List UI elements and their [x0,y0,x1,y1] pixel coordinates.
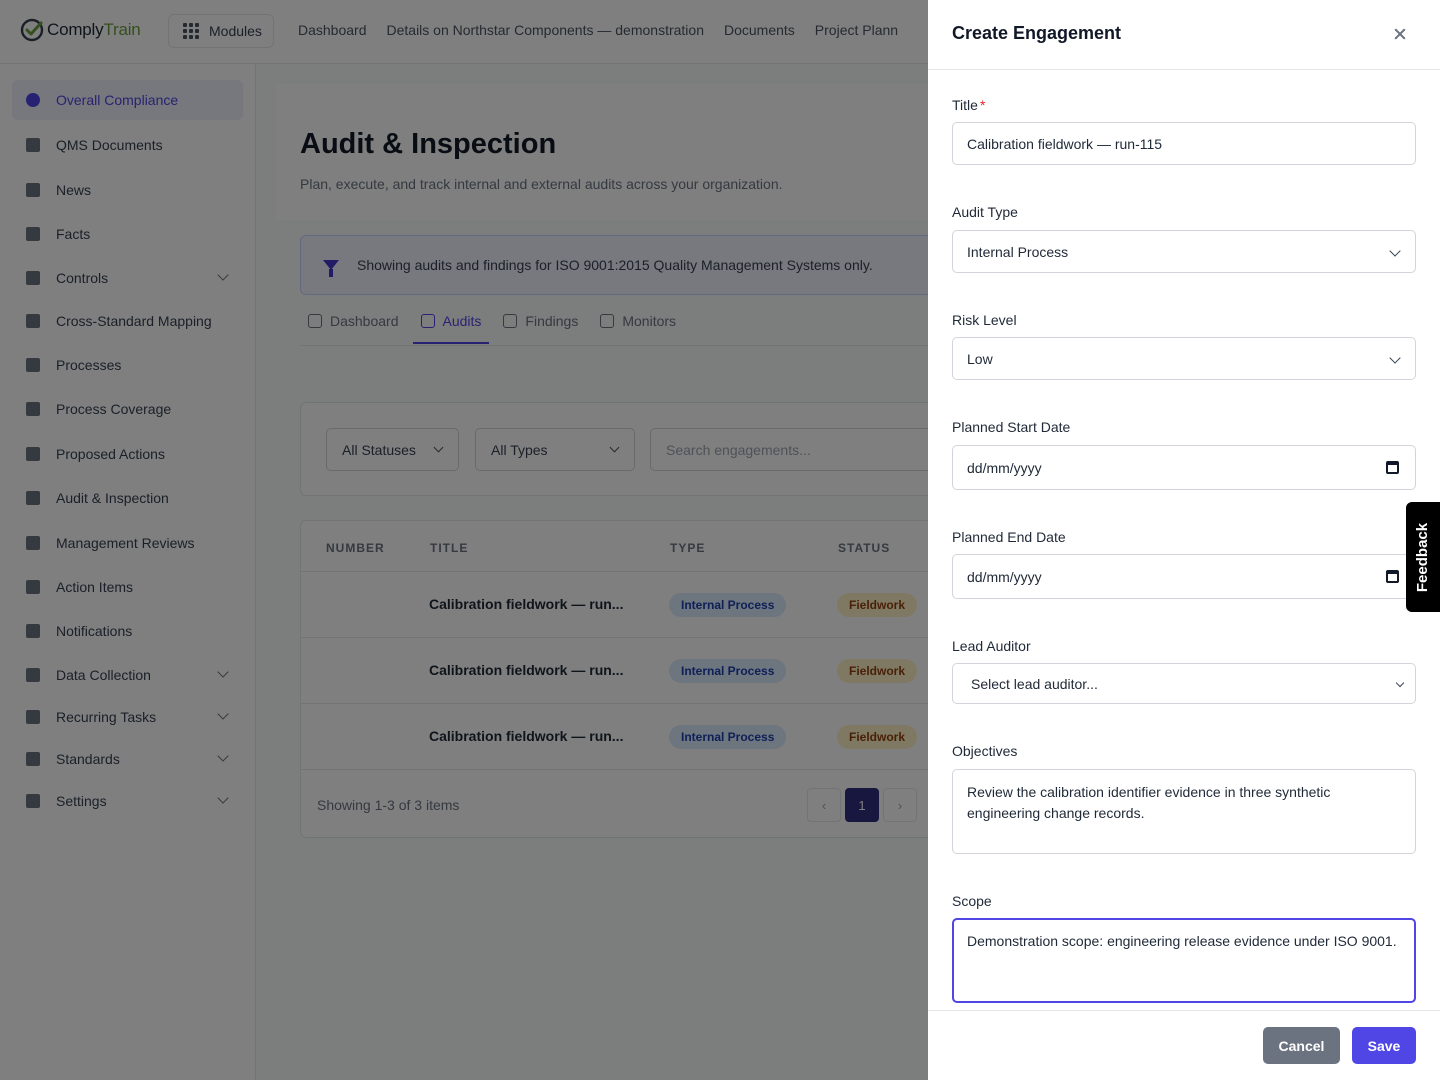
planned-end-date-input[interactable]: dd/mm/yyyy [952,554,1416,599]
chevron-down-icon [1389,245,1401,257]
planned-end-date-label: Planned End Date [952,529,1066,545]
planned-start-date-input[interactable]: dd/mm/yyyy [952,445,1416,490]
calendar-icon[interactable] [1386,570,1399,583]
objectives-label: Objectives [952,743,1018,759]
lead-auditor-value: Select lead auditor... [971,675,1098,692]
create-engagement-panel: Create Engagement Title * Calibration fie… [928,0,1440,1080]
title-input[interactable]: Calibration fieldwork — run-115 [952,122,1416,165]
panel-title: Create Engagement [952,23,1122,43]
scope-textarea[interactable]: Demonstration scope: engineering release… [952,918,1416,1003]
audit-type-label: Audit Type [952,204,1018,220]
audit-type-value: Internal Process [967,243,1069,260]
start-date-value: dd/mm/yyyy [967,459,1042,476]
feedback-tab[interactable]: Feedback [1406,502,1440,612]
calendar-icon[interactable] [1386,461,1399,474]
feedback-label: Feedback [1414,522,1432,592]
risk-level-value: Low [967,350,993,367]
risk-level-select[interactable]: Low [952,337,1416,380]
title-label: Title * [952,97,986,113]
scope-label: Scope [952,893,992,909]
cancel-button[interactable]: Cancel [1263,1027,1340,1064]
end-date-value: dd/mm/yyyy [967,568,1042,585]
lead-auditor-label: Lead Auditor [952,638,1031,654]
chevron-down-icon [1389,352,1401,364]
close-icon[interactable] [1388,22,1412,46]
save-button[interactable]: Save [1352,1027,1416,1064]
audit-type-select[interactable]: Internal Process [952,230,1416,273]
lead-auditor-select[interactable]: Select lead auditor... [952,663,1416,704]
title-input-value: Calibration fieldwork — run-115 [967,135,1163,152]
objectives-textarea[interactable]: Review the calibration identifier eviden… [952,769,1416,854]
risk-level-label: Risk Level [952,312,1017,328]
chevron-down-icon [1395,678,1405,688]
panel-header: Create Engagement [928,0,1440,70]
planned-start-date-label: Planned Start Date [952,419,1071,435]
required-marker: * [979,97,986,113]
